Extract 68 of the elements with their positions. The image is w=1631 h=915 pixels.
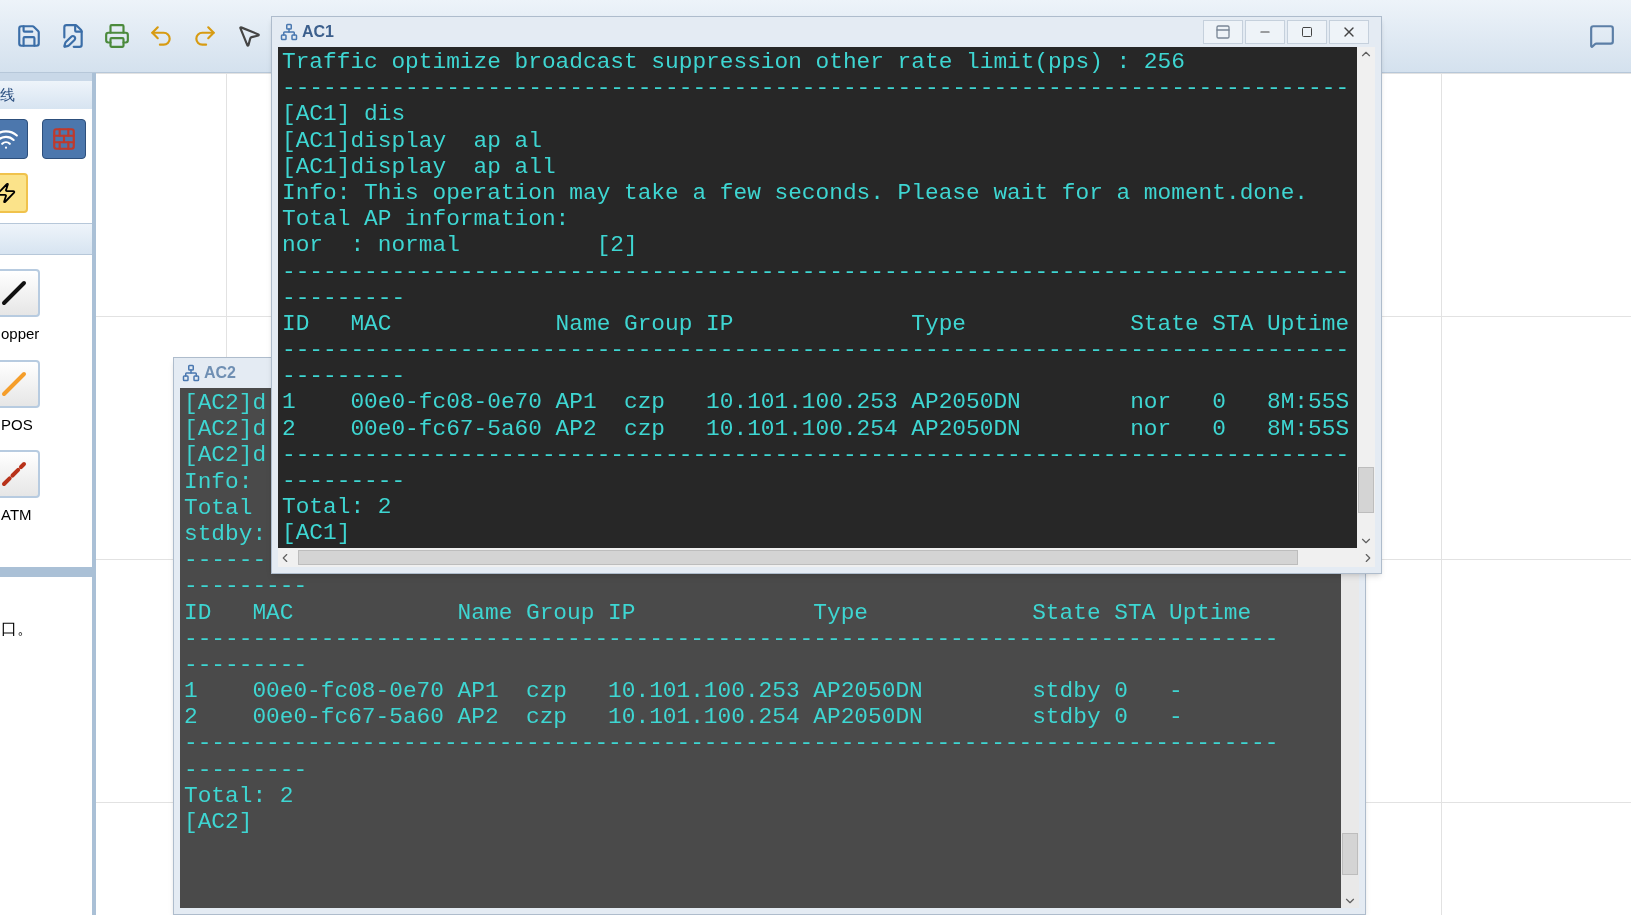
chat-icon[interactable]: [1589, 23, 1615, 49]
terminal-line: Info:: [184, 468, 253, 495]
terminal-line: Traffic optimize broadcast suppression other rate limit(pps) : 256: [282, 49, 1185, 76]
terminal-line: ------------------------------------------------------------------------------: [282, 258, 1350, 285]
cable-icon: [1, 461, 27, 487]
terminal-line: [AC1]: [282, 520, 351, 547]
terminal-line: ---------: [184, 573, 308, 600]
terminal-line: ------------------------------------------------------------------------------: [282, 441, 1350, 468]
terminal-line: Info: This operation may take a few seconds. Please wait for a moment.done.: [282, 179, 1309, 207]
terminal-line: [AC1]display ap all: [282, 153, 556, 180]
cable-tile[interactable]: [0, 450, 40, 498]
terminal-line: nor : normal [2]: [282, 232, 638, 259]
print-icon[interactable]: [104, 23, 130, 49]
horizontal-scrollbar[interactable]: [278, 548, 1375, 567]
maximize-icon: [1301, 26, 1313, 38]
device-tile[interactable]: [42, 119, 86, 159]
hint-text: 口。: [1, 619, 33, 639]
panel-header: 线: [0, 81, 92, 109]
terminal-line: ---------: [184, 756, 308, 783]
terminal-line: stdby:: [184, 520, 267, 548]
terminal-line: ------: [184, 547, 267, 574]
terminal-line: 2 00e0-fc67-5a60 AP2 czp 10.101.100.254 AP2050DN nor 0 8M:55S: [282, 415, 1350, 442]
terminal-line: [AC1]display ap al: [282, 127, 542, 154]
terminal-line: ID MAC Name Group IP Type State STA Uptime: [282, 310, 1350, 338]
firewall-icon: [51, 126, 77, 152]
terminal-line: 1 00e0-fc08-0e70 AP1 czp 10.101.100.253 AP2050DN nor 0 8M:55S: [282, 389, 1350, 416]
maximize-button[interactable]: [1287, 20, 1327, 44]
terminal-line: [AC2]d: [184, 416, 267, 443]
lightning-icon: [0, 182, 17, 204]
terminal-line: 1 00e0-fc08-0e70 AP1 czp 10.101.100.253 AP2050DN stdby 0 -: [184, 678, 1183, 705]
terminal-line: [AC1] dis: [282, 101, 406, 128]
network-icon: [280, 23, 298, 41]
scrollbar-thumb[interactable]: [1342, 833, 1358, 875]
window-title: AC1: [302, 22, 334, 42]
cable-tile[interactable]: [0, 269, 40, 317]
scrollbar-thumb[interactable]: [298, 550, 1298, 565]
terminal-line: ---------: [282, 284, 406, 311]
terminal-line: Total AP information:: [282, 206, 570, 233]
save-icon[interactable]: [16, 23, 42, 49]
terminal-line: [AC2]: [184, 809, 253, 836]
terminal-line: [AC2]d: [184, 390, 267, 417]
terminal-line: ---------: [184, 651, 308, 679]
terminal-line: [AC2]d: [184, 442, 267, 469]
terminal-line: Total: 2: [184, 782, 294, 809]
layout-button[interactable]: [1203, 20, 1243, 44]
terminal-line: ---------: [282, 468, 406, 495]
terminal-line: --------------------------------------------------------------------------------: [184, 625, 1279, 652]
terminal-line: ---------: [282, 363, 406, 390]
terminal-line: ------------------------------------------------------------------------------: [282, 75, 1350, 102]
terminal-line: 2 00e0-fc67-5a60 AP2 czp 10.101.100.254 AP2050DN stdby 0 -: [184, 704, 1183, 731]
terminal-line: Total: [184, 494, 253, 521]
network-icon: [182, 364, 200, 382]
scrollbar-thumb[interactable]: [1358, 467, 1374, 513]
window-title: AC2: [204, 363, 236, 383]
terminal-line: --------------------------------------------------------------------------------: [184, 730, 1279, 757]
panel-icon: [1215, 24, 1231, 40]
save-as-icon[interactable]: [60, 23, 86, 49]
cable-label: ATM: [1, 505, 32, 525]
terminal-line: ------------------------------------------------------------------------------: [282, 337, 1350, 364]
cable-tile[interactable]: [0, 359, 40, 408]
scrollbar[interactable]: [1357, 47, 1375, 548]
terminal-line: Total: 2: [282, 494, 392, 521]
cable-label: POS: [1, 414, 33, 435]
pointer-icon[interactable]: [236, 23, 262, 49]
cable-icon: [1, 280, 27, 306]
cable-label: opper: [1, 324, 40, 344]
cable-icon: [1, 370, 27, 397]
terminal-line: ID MAC Name Group IP Type State STA Uptime: [184, 599, 1252, 626]
